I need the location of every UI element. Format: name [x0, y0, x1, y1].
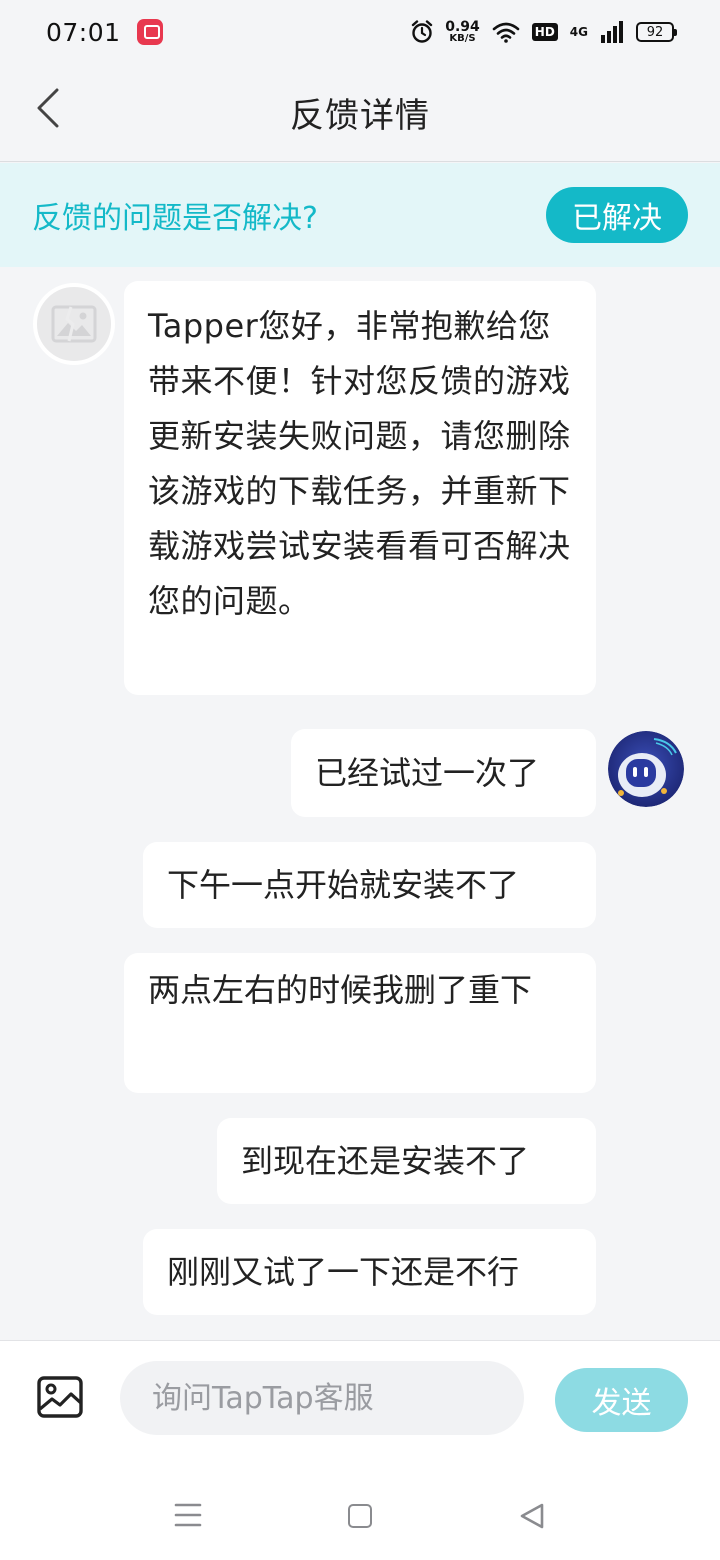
user-message-4: 到现在还是安装不了: [217, 1118, 596, 1204]
signal-icon: [601, 21, 623, 43]
network-type: 4G: [569, 25, 588, 39]
user-message-text: 两点左右的时候我删了重下: [148, 971, 533, 1009]
status-time: 07:01: [46, 17, 121, 47]
net-speed: 0.94 KB/S: [445, 20, 480, 44]
battery-level: 92: [646, 24, 664, 40]
back-button[interactable]: [28, 86, 68, 130]
header: 反馈详情: [0, 64, 720, 162]
alarm-icon: [412, 20, 433, 43]
app-notification-icon: [136, 19, 163, 45]
resolve-question: 反馈的问题是否解决?: [32, 201, 318, 236]
input-bar: 发送: [0, 1340, 720, 1460]
send-button[interactable]: 发送: [555, 1368, 688, 1432]
chevron-left-icon: [37, 88, 59, 128]
net-speed-unit: KB/S: [449, 33, 476, 44]
image-upload-button[interactable]: [36, 1375, 84, 1419]
menu-icon[interactable]: [174, 1502, 202, 1528]
resolve-banner: 反馈的问题是否解决? 已解决: [0, 163, 720, 267]
status-indicators: 0.94 KB/S HD 4G 92: [411, 20, 677, 44]
resolved-button[interactable]: 已解决: [546, 187, 688, 243]
user-avatar[interactable]: [608, 731, 684, 807]
image-placeholder-icon: [51, 305, 97, 343]
back-triangle-icon[interactable]: [519, 1502, 545, 1530]
user-message-2: 下午一点开始就安装不了: [143, 842, 596, 928]
support-message-text: Tapper您好，非常抱歉给您带来不便！针对您反馈的游戏更新安装失败问题，请您删…: [148, 307, 571, 620]
page-title: 反馈详情: [290, 96, 430, 136]
user-message-3: 两点左右的时候我删了重下: [124, 953, 596, 1093]
home-icon[interactable]: [348, 1504, 372, 1528]
user-message-text: 下午一点开始就安装不了: [167, 865, 520, 904]
user-message-1: 已经试过一次了: [291, 729, 596, 817]
hd-badge: HD: [531, 23, 558, 41]
battery-icon: 92: [636, 22, 677, 42]
wifi-icon: [492, 22, 520, 43]
message-input[interactable]: [120, 1361, 524, 1435]
user-message-text: 到现在还是安装不了: [241, 1141, 530, 1180]
image-icon: [37, 1376, 83, 1418]
support-avatar: [33, 283, 115, 365]
net-speed-value: 0.94: [445, 19, 480, 35]
user-message-text: 刚刚又试了一下还是不行: [167, 1252, 520, 1291]
system-nav-bar: [0, 1460, 720, 1560]
robot-avatar-icon: [608, 731, 684, 807]
chat-area[interactable]: Tapper您好，非常抱歉给您带来不便！针对您反馈的游戏更新安装失败问题，请您删…: [0, 267, 720, 1340]
user-message-text: 已经试过一次了: [315, 753, 540, 792]
status-bar: 07:01 0.94 KB/S HD 4G 92: [0, 0, 720, 64]
support-message: Tapper您好，非常抱歉给您带来不便！针对您反馈的游戏更新安装失败问题，请您删…: [124, 281, 596, 695]
user-message-5: 刚刚又试了一下还是不行: [143, 1229, 596, 1315]
